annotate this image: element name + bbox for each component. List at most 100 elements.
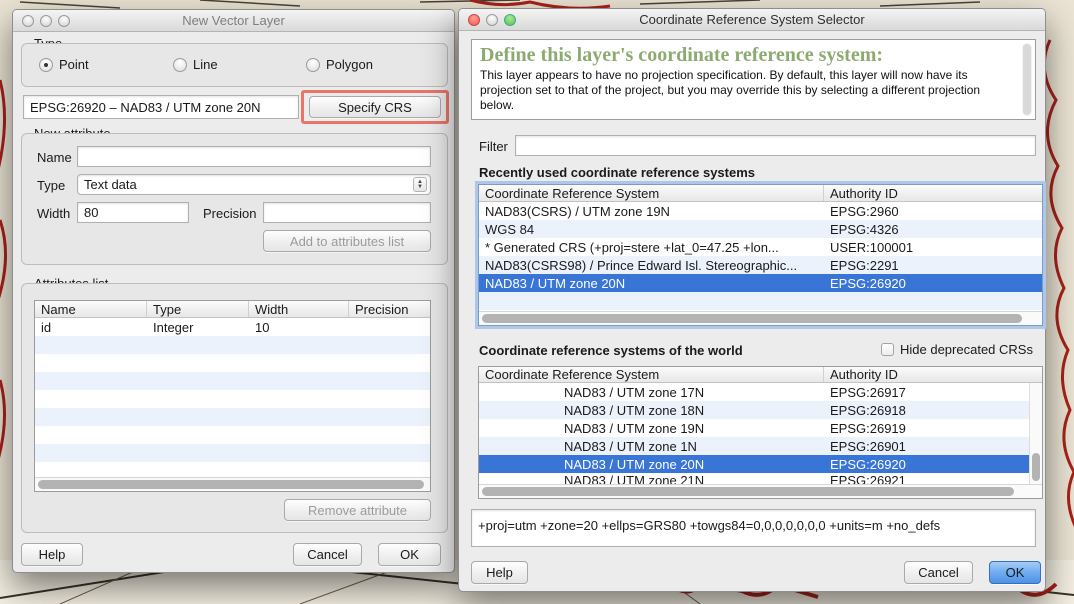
col-width[interactable]: Width bbox=[249, 301, 349, 317]
cell-authority: EPSG:26918 bbox=[824, 403, 1042, 418]
cell-crs: NAD83(CSRS) / UTM zone 19N bbox=[479, 204, 824, 219]
radio-polygon-label: Polygon bbox=[326, 57, 373, 72]
crs-selector-dialog: Coordinate Reference System Selector Def… bbox=[458, 8, 1046, 592]
checkbox-icon bbox=[881, 343, 894, 356]
window-title: Coordinate Reference System Selector bbox=[459, 12, 1045, 27]
help-button[interactable]: Help bbox=[21, 543, 83, 566]
type-select[interactable]: Text data ▲▼ bbox=[77, 174, 431, 195]
cell-crs: WGS 84 bbox=[479, 222, 824, 237]
col-crs[interactable]: Coordinate Reference System bbox=[479, 185, 824, 201]
horizontal-scrollbar[interactable] bbox=[35, 477, 430, 491]
remove-attribute-button[interactable]: Remove attribute bbox=[284, 499, 431, 521]
table-row[interactable]: NAD83(CSRS) / UTM zone 19N EPSG:2960 bbox=[479, 202, 1042, 220]
radio-point-label: Point bbox=[59, 57, 89, 72]
recent-table-header[interactable]: Coordinate Reference System Authority ID bbox=[479, 185, 1042, 202]
cancel-button[interactable]: Cancel bbox=[293, 543, 362, 566]
table-row[interactable]: NAD83(CSRS98) / Prince Edward Isl. Stere… bbox=[479, 256, 1042, 274]
scrollbar-thumb[interactable] bbox=[38, 480, 424, 489]
horizontal-scrollbar[interactable] bbox=[479, 484, 1042, 498]
zoom-icon[interactable] bbox=[504, 14, 516, 26]
radio-line-label: Line bbox=[193, 57, 218, 72]
table-row[interactable]: * Generated CRS (+proj=stere +lat_0=47.2… bbox=[479, 238, 1042, 256]
description-body: This layer appears to have no projection… bbox=[480, 68, 1015, 113]
table-row[interactable]: NAD83 / UTM zone 17N EPSG:26917 bbox=[479, 383, 1042, 401]
minimize-icon[interactable] bbox=[40, 15, 52, 27]
cell-authority: EPSG:26917 bbox=[824, 385, 1042, 400]
world-table-header[interactable]: Coordinate Reference System Authority ID bbox=[479, 367, 1042, 383]
cell-crs: NAD83 / UTM zone 20N bbox=[479, 457, 824, 472]
scrollbar-thumb[interactable] bbox=[1032, 453, 1040, 481]
scrollbar-thumb[interactable] bbox=[1023, 44, 1031, 115]
col-precision[interactable]: Precision bbox=[349, 301, 430, 317]
cell-crs: NAD83 / UTM zone 20N bbox=[479, 276, 824, 291]
vertical-scrollbar[interactable] bbox=[1022, 43, 1032, 116]
cell-authority: EPSG:4326 bbox=[824, 222, 1042, 237]
empty-row bbox=[35, 354, 430, 372]
table-row-selected[interactable]: NAD83 / UTM zone 20N EPSG:26920 bbox=[479, 274, 1042, 292]
cell-crs: * Generated CRS (+proj=stere +lat_0=47.2… bbox=[479, 240, 824, 255]
table-row[interactable]: WGS 84 EPSG:4326 bbox=[479, 220, 1042, 238]
cancel-button[interactable]: Cancel bbox=[904, 561, 973, 584]
filter-label: Filter bbox=[479, 139, 508, 154]
table-row[interactable]: NAD83 / UTM zone 19N EPSG:26919 bbox=[479, 419, 1042, 437]
col-authority[interactable]: Authority ID bbox=[824, 185, 1042, 201]
radio-polygon[interactable]: Polygon bbox=[306, 57, 373, 72]
cell-crs: NAD83 / UTM zone 18N bbox=[479, 403, 824, 418]
vertical-scrollbar[interactable] bbox=[1029, 383, 1042, 484]
width-label: Width bbox=[37, 206, 70, 221]
crs-display-field[interactable]: EPSG:26920 – NAD83 / UTM zone 20N bbox=[23, 95, 299, 119]
proj-string-box[interactable]: +proj=utm +zone=20 +ellps=GRS80 +towgs84… bbox=[471, 509, 1036, 547]
col-crs[interactable]: Coordinate Reference System bbox=[479, 367, 824, 382]
scrollbar-thumb[interactable] bbox=[482, 314, 1022, 323]
filter-input[interactable] bbox=[515, 135, 1036, 156]
recent-section-label: Recently used coordinate reference syste… bbox=[479, 165, 755, 180]
width-input-value: 80 bbox=[84, 205, 98, 220]
type-select-value: Text data bbox=[84, 177, 137, 192]
table-row[interactable]: NAD83 / UTM zone 1N EPSG:26901 bbox=[479, 437, 1042, 455]
scrollbar-thumb[interactable] bbox=[482, 487, 1014, 496]
zoom-icon[interactable] bbox=[58, 15, 70, 27]
cell-authority: EPSG:2291 bbox=[824, 258, 1042, 273]
empty-row bbox=[35, 372, 430, 390]
hide-deprecated-checkbox[interactable]: Hide deprecated CRSs bbox=[881, 342, 1033, 357]
col-type[interactable]: Type bbox=[147, 301, 249, 317]
col-name[interactable]: Name bbox=[35, 301, 147, 317]
table-row[interactable]: id Integer 10 bbox=[35, 318, 430, 336]
stepper-icon[interactable]: ▲▼ bbox=[413, 177, 427, 192]
minimize-icon[interactable] bbox=[486, 14, 498, 26]
radio-line[interactable]: Line bbox=[173, 57, 218, 72]
new-vector-layer-dialog: New Vector Layer Type Point Line Polygon… bbox=[12, 9, 455, 573]
specify-crs-button[interactable]: Specify CRS bbox=[309, 96, 441, 118]
radio-point-icon bbox=[39, 58, 53, 72]
cell-crs: NAD83 / UTM zone 19N bbox=[479, 421, 824, 436]
ok-button[interactable]: OK bbox=[378, 543, 441, 566]
titlebar[interactable]: New Vector Layer bbox=[13, 10, 454, 32]
add-to-attributes-button[interactable]: Add to attributes list bbox=[263, 230, 431, 252]
titlebar[interactable]: Coordinate Reference System Selector bbox=[459, 9, 1045, 31]
width-input[interactable]: 80 bbox=[77, 202, 189, 223]
radio-line-icon bbox=[173, 58, 187, 72]
precision-label: Precision bbox=[203, 206, 256, 221]
cell-authority: EPSG:26919 bbox=[824, 421, 1042, 436]
col-authority[interactable]: Authority ID bbox=[824, 367, 1042, 382]
attributes-table-header[interactable]: Name Type Width Precision bbox=[35, 301, 430, 318]
name-input[interactable] bbox=[77, 146, 431, 167]
horizontal-scrollbar[interactable] bbox=[479, 311, 1042, 325]
cell-authority: EPSG:26920 bbox=[824, 457, 1042, 472]
cell-type: Integer bbox=[147, 320, 249, 335]
table-row-selected[interactable]: NAD83 / UTM zone 20N EPSG:26920 bbox=[479, 455, 1042, 473]
help-button[interactable]: Help bbox=[471, 561, 528, 584]
ok-button[interactable]: OK bbox=[989, 561, 1041, 584]
cell-authority: USER:100001 bbox=[824, 240, 1042, 255]
empty-row bbox=[35, 426, 430, 444]
cell-crs: NAD83(CSRS98) / Prince Edward Isl. Stere… bbox=[479, 258, 824, 273]
precision-input[interactable] bbox=[263, 202, 431, 223]
close-icon[interactable] bbox=[22, 15, 34, 27]
radio-point[interactable]: Point bbox=[39, 57, 89, 72]
attributes-table: Name Type Width Precision id Integer 10 bbox=[34, 300, 431, 492]
close-icon[interactable] bbox=[468, 14, 480, 26]
table-row[interactable]: NAD83 / UTM zone 18N EPSG:26918 bbox=[479, 401, 1042, 419]
window-title: New Vector Layer bbox=[13, 13, 454, 28]
cell-authority: EPSG:26920 bbox=[824, 276, 1042, 291]
empty-row bbox=[35, 408, 430, 426]
